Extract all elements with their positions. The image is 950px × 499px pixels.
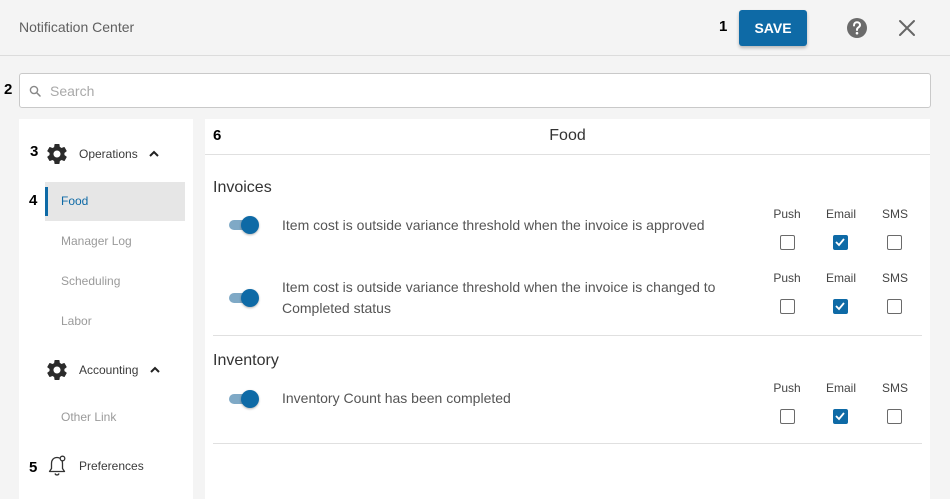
notification-text: Item cost is outside variance threshold … (282, 217, 705, 233)
close-icon[interactable] (897, 18, 917, 38)
push-checkbox[interactable] (780, 409, 795, 424)
channel-header-email: Email (825, 271, 856, 285)
section-title-invoices: Invoices (213, 179, 272, 196)
gear-icon (47, 360, 67, 381)
channel-header-push: Push (773, 381, 801, 395)
notification-toggle[interactable] (229, 289, 259, 307)
sidebar-group-label: Operations (79, 147, 138, 161)
panel-header: 6 Food (205, 119, 930, 155)
search-box[interactable] (19, 73, 931, 108)
annotation-marker: 1 (719, 18, 728, 35)
sidebar-group-operations[interactable]: Operations (19, 139, 193, 169)
main-panel: 6 Food Invoices Item cost is outside var… (205, 119, 930, 499)
search-input[interactable] (50, 74, 920, 107)
top-bar: Notification Center 1 SAVE (0, 0, 950, 56)
email-checkbox[interactable] (833, 409, 848, 424)
sidebar-item-food[interactable]: Food (45, 182, 185, 221)
sidebar-group-preferences[interactable]: Preferences (19, 451, 193, 481)
sidebar: 3 Operations 4 Food Manager Log Scheduli… (19, 119, 193, 499)
sidebar-item-scheduling[interactable]: Scheduling (45, 262, 185, 301)
sidebar-group-accounting[interactable]: Accounting (19, 355, 193, 385)
search-icon (29, 85, 41, 97)
channel-header-email: Email (825, 207, 856, 221)
annotation-marker: 4 (29, 192, 38, 209)
sms-checkbox[interactable] (887, 235, 902, 250)
section-title-inventory: Inventory (213, 352, 279, 369)
sidebar-group-label: Accounting (79, 363, 139, 377)
sidebar-item-manager-log[interactable]: Manager Log (45, 222, 185, 261)
chevron-up-icon[interactable] (148, 148, 160, 160)
channel-header-push: Push (773, 271, 801, 285)
channel-header-push: Push (773, 207, 801, 221)
sidebar-item-other-link[interactable]: Other Link (45, 398, 185, 437)
notification-text: Inventory Count has been completed (282, 390, 511, 406)
sms-checkbox[interactable] (887, 409, 902, 424)
divider (213, 443, 922, 444)
push-checkbox[interactable] (780, 235, 795, 250)
gear-icon (47, 144, 67, 165)
notification-toggle[interactable] (229, 216, 259, 234)
email-checkbox[interactable] (833, 235, 848, 250)
channel-header-sms: SMS (881, 207, 908, 221)
channel-header-sms: SMS (881, 381, 908, 395)
push-checkbox[interactable] (780, 299, 795, 314)
page-title: Food (549, 127, 586, 144)
save-button[interactable]: SAVE (739, 10, 807, 46)
divider (213, 335, 922, 336)
sidebar-group-label: Preferences (79, 459, 144, 473)
chevron-up-icon[interactable] (149, 364, 161, 376)
app-title: Notification Center (19, 19, 135, 35)
channel-header-email: Email (825, 381, 856, 395)
bell-icon (48, 455, 66, 476)
help-icon[interactable] (846, 17, 868, 39)
sms-checkbox[interactable] (887, 299, 902, 314)
channel-header-sms: SMS (881, 271, 908, 285)
notification-toggle[interactable] (229, 390, 259, 408)
email-checkbox[interactable] (833, 299, 848, 314)
notification-text: Item cost is outside variance threshold … (282, 279, 716, 316)
annotation-marker: 2 (4, 81, 13, 98)
sidebar-item-labor[interactable]: Labor (45, 302, 185, 341)
